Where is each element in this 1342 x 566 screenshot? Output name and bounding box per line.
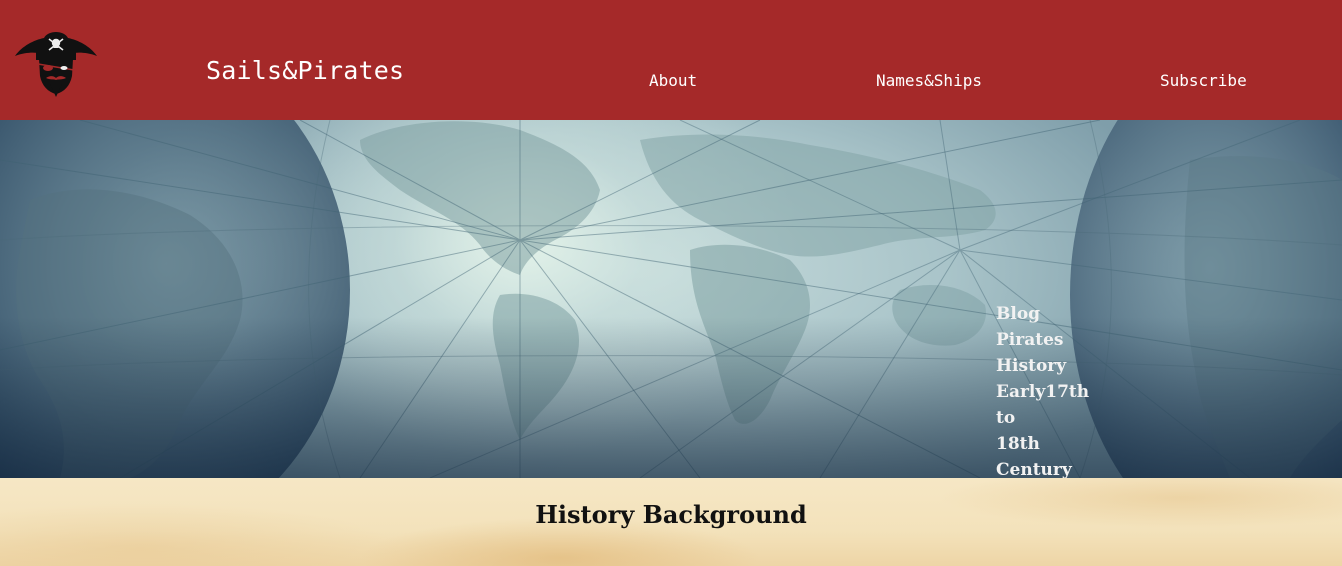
history-section: History Background: [0, 478, 1342, 566]
hero-title-line: Blog: [996, 304, 1041, 324]
pirate-head-icon[interactable]: [12, 26, 100, 98]
hero-title-line: to: [996, 408, 1016, 428]
hero-title-line: Early17th: [996, 382, 1090, 402]
hero-title-line: History: [996, 356, 1067, 376]
nav-names-ships[interactable]: Names&Ships: [876, 71, 982, 91]
hero-title-line: Century: [996, 460, 1072, 478]
hero-title-line: 18th: [996, 434, 1040, 454]
world-map-icon: [0, 120, 1342, 478]
nav-subscribe[interactable]: Subscribe: [1160, 71, 1247, 91]
site-brand[interactable]: Sails&Pirates: [206, 56, 404, 86]
nav-about[interactable]: About: [649, 71, 697, 91]
section-title: History Background: [535, 500, 807, 529]
hero-title-line: Pirates: [996, 330, 1064, 350]
site-header: Sails&Pirates About Names&Ships Subscrib…: [0, 0, 1342, 120]
hero-banner: Blog Pirates History Early17th to 18th C…: [0, 120, 1342, 478]
hero-title: Blog Pirates History Early17th to 18th C…: [996, 301, 1106, 478]
